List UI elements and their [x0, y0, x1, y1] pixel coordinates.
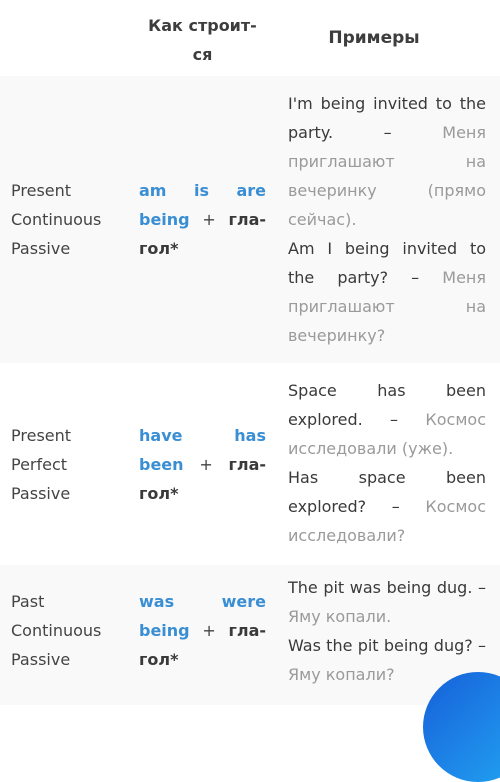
grammar-table: Как строит-ся Примеры Present Continuous…	[0, 0, 500, 705]
table-row: Present Perfect Passive have has been + …	[0, 363, 500, 565]
plus-sign: +	[199, 454, 213, 474]
plus-sign: +	[202, 210, 216, 229]
formation-cell: was were being + гла- гол*	[130, 565, 278, 705]
participle: being	[139, 210, 190, 229]
tense-name: Present Perfect Passive	[11, 425, 72, 503]
example-en: The pit was being dug. –	[288, 578, 486, 597]
header-formation-label: Как строит-ся	[148, 16, 257, 64]
tense-name-cell: Past Continuous Passive	[0, 565, 130, 705]
header-examples: Примеры	[278, 0, 500, 76]
header-tense	[0, 0, 130, 76]
verb-label-cont: гол*	[139, 483, 179, 503]
verb-label: гла-	[228, 210, 266, 229]
participle: being	[139, 621, 190, 640]
example-ru: Яму копали?	[288, 665, 395, 684]
example-ru: Яму копали.	[288, 607, 392, 626]
table-header: Как строит-ся Примеры	[0, 0, 500, 76]
examples-cell: Space has been explored. – Космос исслед…	[278, 363, 500, 565]
verb-label: гла-	[228, 621, 266, 640]
examples: I'm being invited to the party. – Меня п…	[288, 89, 486, 350]
tense-name: Past Continuous Passive	[11, 592, 102, 669]
formation-cell: am is are being + гла- гол*	[130, 76, 278, 363]
aux-verb: are	[236, 181, 266, 200]
example: Space has been explored. – Космос исслед…	[288, 376, 486, 463]
example: I'm being invited to the party. – Меня п…	[288, 89, 486, 234]
example: Am I being invited to the party? – Меня …	[288, 234, 486, 350]
aux-verb: have	[139, 425, 183, 445]
tense-name-cell: Present Perfect Passive	[0, 363, 130, 565]
participle: been	[139, 454, 184, 474]
table-row: Past Continuous Passive was were being +…	[0, 565, 500, 705]
verb-label-cont: гол*	[139, 650, 179, 669]
aux-verb: was	[139, 592, 175, 611]
formation-cell: have has been + гла- гол*	[130, 363, 278, 565]
header-examples-label: Примеры	[328, 28, 420, 48]
example-en: Was the pit being dug? –	[288, 636, 486, 655]
formation: am is are being + гла- гол*	[139, 176, 266, 263]
plus-sign: +	[202, 621, 216, 640]
formation: have has been + гла- гол*	[139, 421, 266, 508]
aux-verb: were	[221, 592, 266, 611]
aux-verb: am	[139, 181, 167, 200]
examples: The pit was being dug. – Яму копали. Was…	[288, 573, 486, 689]
verb-label: гла-	[228, 454, 266, 474]
aux-verb: is	[193, 181, 209, 200]
header-formation: Как строит-ся	[130, 0, 278, 76]
verb-label-cont: гол*	[139, 239, 179, 258]
examples-cell: I'm being invited to the party. – Меня п…	[278, 76, 500, 363]
tense-name: Present Continuous Passive	[11, 181, 102, 258]
tense-name-cell: Present Continuous Passive	[0, 76, 130, 363]
formation: was were being + гла- гол*	[139, 587, 266, 674]
aux-verb: has	[234, 425, 266, 445]
table-row: Present Continuous Passive am is are bei…	[0, 76, 500, 363]
example: The pit was being dug. – Яму копали.	[288, 573, 486, 631]
example: Has space been explored? – Космос исслед…	[288, 463, 486, 550]
examples: Space has been explored. – Космос исслед…	[288, 376, 486, 550]
